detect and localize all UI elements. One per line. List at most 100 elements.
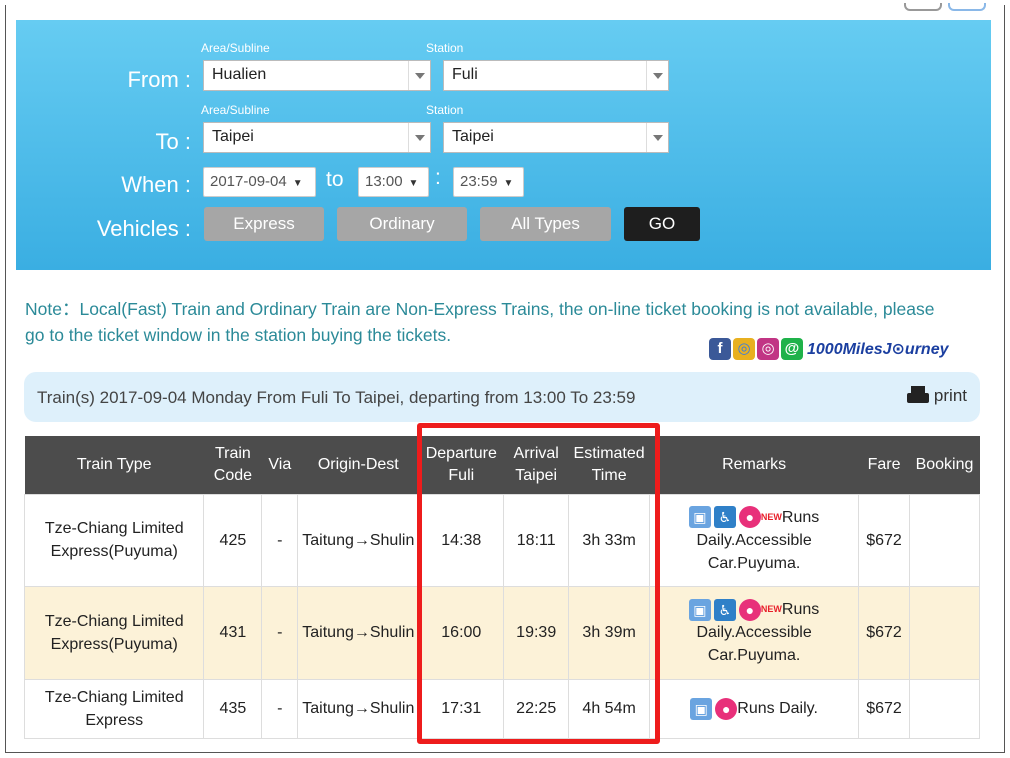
to-separator: to: [326, 168, 344, 191]
search-panel: From : Area/Subline Station Hualien Fuli…: [16, 20, 991, 270]
remarks-cell: ▣ ● Runs Daily.: [649, 678, 860, 739]
duration-cell: 3h 39m: [568, 585, 651, 680]
to-area-select[interactable]: Taipei: [203, 122, 431, 153]
train-type-cell: Tze-Chiang Limited Express: [23, 678, 205, 739]
instagram-icon[interactable]: ◎: [757, 338, 779, 360]
header-train-code: Train Code: [203, 436, 262, 494]
departure-cell: 14:38: [418, 493, 505, 587]
header-origin-dest: Origin-Dest: [297, 436, 419, 494]
from-label: From :: [127, 67, 191, 92]
header-train-type: Train Type: [24, 436, 204, 494]
origin-dest-cell: Taitung→Shulin: [297, 493, 420, 587]
facebook-icon[interactable]: f: [709, 338, 731, 360]
social-links: f ◎ ◎ @ 1000MilesJ⊙urney: [709, 338, 948, 360]
when-label: When :: [121, 172, 191, 197]
go-button[interactable]: GO: [624, 207, 700, 241]
header-departure: Departure Fuli: [418, 436, 504, 494]
chevron-down-icon: ▼: [408, 178, 419, 189]
from-area-sublabel: Area/Subline: [201, 41, 270, 55]
header-via: Via: [261, 436, 298, 494]
fare-cell: $672: [858, 678, 910, 739]
top-toolbar-icons: [904, 3, 986, 11]
fare-cell: $672: [858, 585, 910, 680]
date-select[interactable]: 2017-09-04 ▼: [203, 167, 316, 197]
train-type-cell: Tze-Chiang Limited Express(Puyuma): [23, 493, 205, 587]
top-icon-left[interactable]: [904, 3, 942, 11]
duration-cell: 3h 33m: [568, 493, 651, 587]
start-time-select[interactable]: 13:00 ▼: [358, 167, 429, 197]
end-time-select[interactable]: 23:59 ▼: [453, 167, 524, 197]
header-estimated-time: Estimated Time: [568, 436, 650, 494]
from-area-select[interactable]: Hualien: [203, 60, 431, 91]
duration-cell: 4h 54m: [568, 678, 651, 739]
table-row: Tze-Chiang Limited Express(Puyuma) 431 - …: [23, 585, 980, 680]
to-area-sublabel: Area/Subline: [201, 103, 270, 117]
booking-cell[interactable]: [909, 585, 980, 680]
wheelchair-icon: ♿: [713, 598, 736, 621]
departure-cell: 16:00: [418, 585, 505, 680]
top-icon-right[interactable]: [948, 3, 986, 11]
table-header-row: Train Type Train Code Via Origin-Dest Dep…: [24, 436, 980, 494]
to-station-sublabel: Station: [426, 103, 464, 117]
remark-icons: ▣ ♿ ●: [688, 598, 761, 621]
brand-logo[interactable]: 1000MilesJ⊙urney: [807, 339, 948, 359]
chevron-down-icon: ▼: [503, 178, 514, 189]
time-separator: :: [435, 166, 441, 189]
baby-care-icon: ●: [738, 598, 761, 621]
chevron-down-icon: [408, 123, 430, 152]
train-code-cell: 435: [203, 678, 263, 739]
train-icon: ▣: [690, 697, 713, 720]
arrival-cell: 18:11: [503, 493, 570, 587]
arrival-cell: 22:25: [503, 678, 570, 739]
remark-icons: ▣ ●: [690, 697, 738, 720]
train-icon: ▣: [688, 598, 711, 621]
ordinary-button[interactable]: Ordinary: [337, 207, 467, 241]
from-station-select[interactable]: Fuli: [443, 60, 669, 91]
to-label: To :: [155, 129, 191, 154]
origin-dest-cell: Taitung→Shulin: [297, 678, 420, 739]
chrome-icon[interactable]: ◎: [733, 338, 755, 360]
print-label: print: [933, 386, 967, 405]
train-type-cell: Tze-Chiang Limited Express(Puyuma): [23, 585, 205, 680]
new-badge: NEW: [760, 511, 782, 522]
via-cell: -: [261, 678, 299, 739]
header-fare: Fare: [858, 436, 910, 494]
train-code-cell: 425: [203, 493, 263, 587]
timetable: Train Type Train Code Via Origin-Dest Dep…: [23, 436, 980, 739]
booking-cell[interactable]: [909, 678, 980, 739]
new-badge: NEW: [760, 604, 782, 614]
chevron-down-icon: [408, 61, 430, 90]
printer-icon: [906, 386, 929, 406]
fare-cell: $672: [858, 493, 910, 587]
print-button[interactable]: print: [906, 386, 967, 406]
departure-cell: 17:31: [418, 678, 505, 739]
table-row: Tze-Chiang Limited Express 435 - Taitung→…: [23, 678, 980, 739]
result-summary-text: Train(s) 2017-09-04 Monday From Fuli To …: [37, 388, 636, 407]
origin-dest-cell: Taitung→Shulin: [297, 585, 420, 680]
result-summary-bar: Train(s) 2017-09-04 Monday From Fuli To …: [24, 372, 980, 422]
remarks-cell: ▣ ♿ ● NEWRuns Daily.Accessible Car.Puyuma.: [649, 585, 860, 680]
via-cell: -: [261, 493, 299, 587]
chevron-down-icon: [646, 61, 668, 90]
chevron-down-icon: [646, 123, 668, 152]
booking-cell[interactable]: [909, 493, 980, 587]
train-icon: ▣: [688, 506, 711, 529]
remark-icons: ▣ ♿ ●: [688, 506, 761, 529]
header-arrival: Arrival Taipei: [503, 436, 569, 494]
to-station-select[interactable]: Taipei: [443, 122, 669, 153]
header-booking: Booking: [909, 436, 980, 494]
line-icon[interactable]: @: [781, 338, 803, 360]
express-button[interactable]: Express: [204, 207, 324, 241]
train-code-cell: 431: [203, 585, 263, 680]
table-row: Tze-Chiang Limited Express(Puyuma) 425 - …: [23, 493, 980, 587]
all-types-button[interactable]: All Types: [480, 207, 611, 241]
arrival-cell: 19:39: [503, 585, 570, 680]
baby-care-icon: ●: [715, 697, 738, 720]
vehicles-label: Vehicles :: [96, 216, 191, 241]
chevron-down-icon: ▼: [292, 178, 303, 189]
remarks-cell: ▣ ♿ ● NEWRuns Daily.Accessible Car.Puyuma.: [649, 493, 860, 587]
via-cell: -: [261, 585, 299, 680]
header-remarks: Remarks: [649, 436, 859, 494]
from-station-sublabel: Station: [426, 41, 464, 55]
wheelchair-icon: ♿: [713, 506, 736, 529]
